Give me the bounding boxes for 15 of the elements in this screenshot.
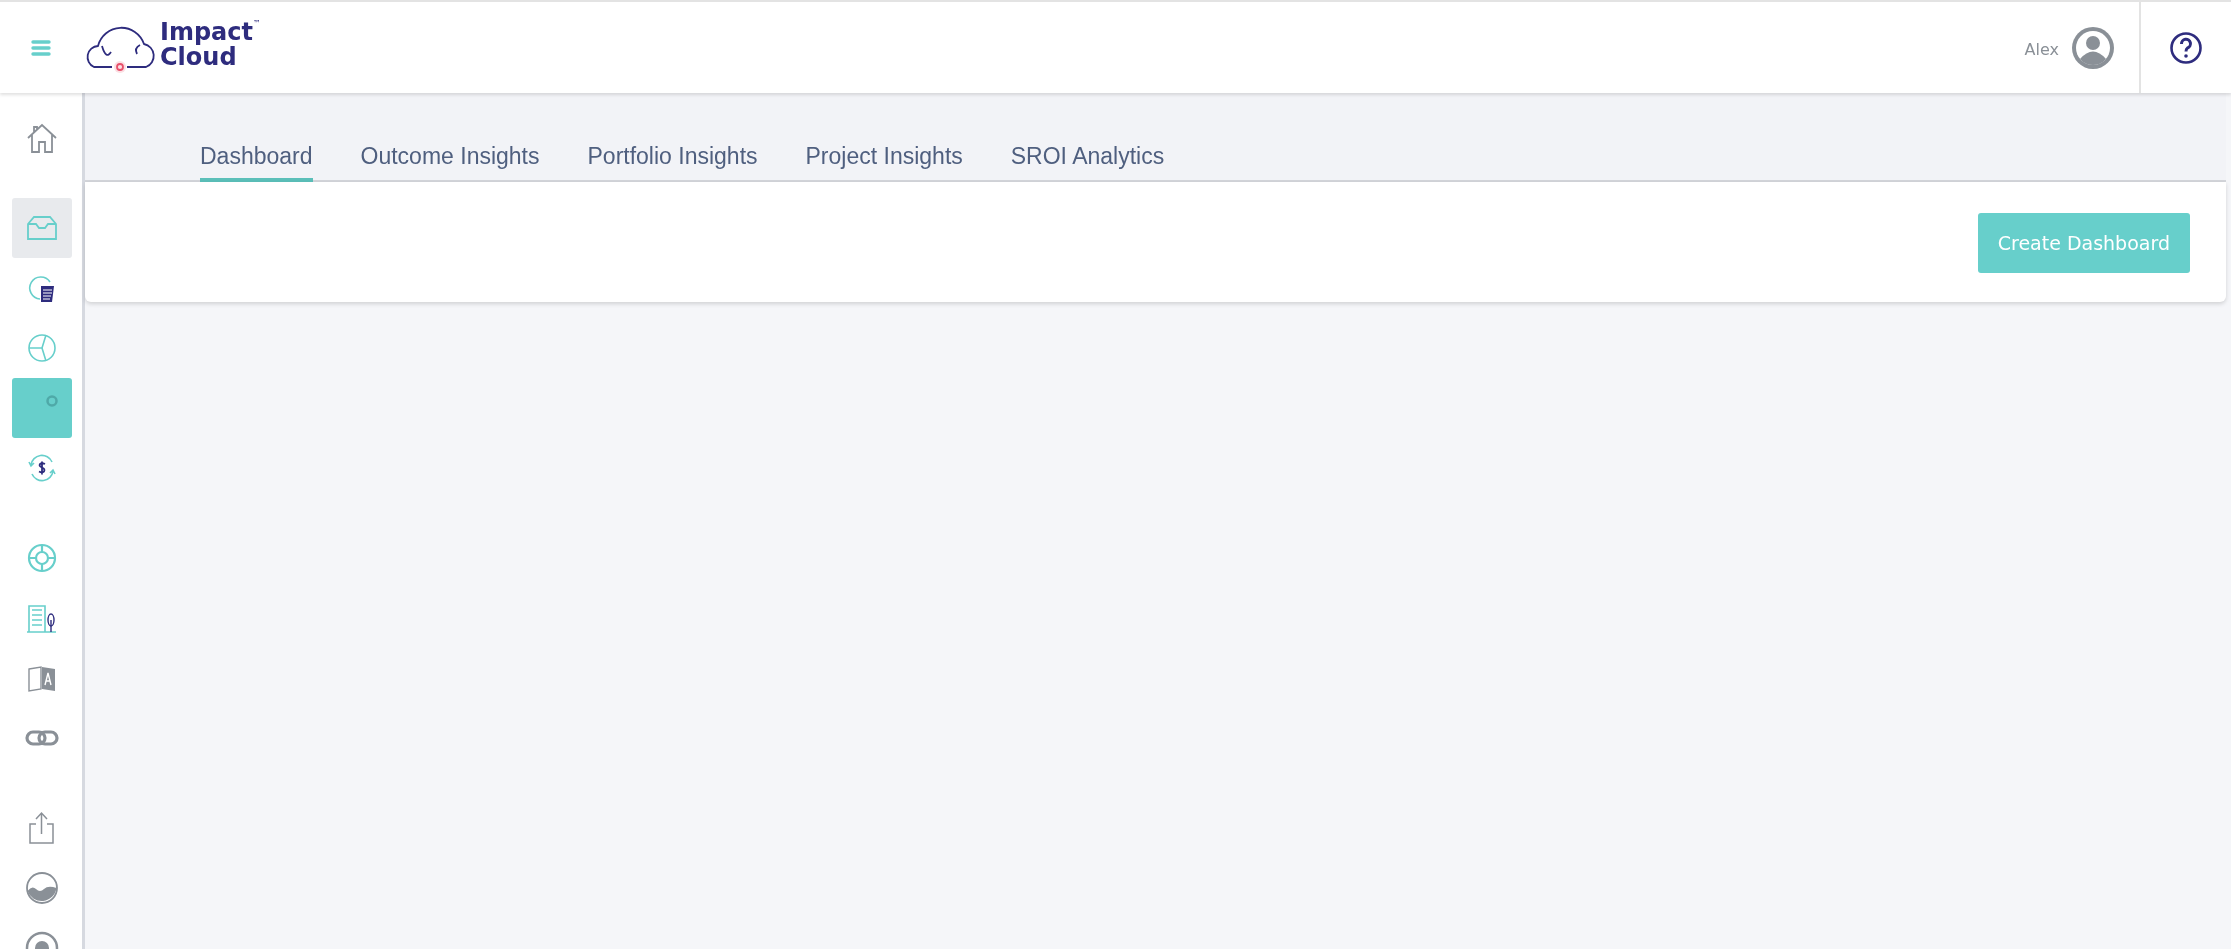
help-icon <box>2169 30 2203 65</box>
menu-icon <box>31 38 51 57</box>
landscape-circle-icon <box>24 870 60 906</box>
help-button[interactable] <box>2169 30 2203 65</box>
logo-text: Cloud <box>160 44 237 70</box>
user-silhouette-icon <box>2071 25 2115 70</box>
nav-tab[interactable]: SROI Analytics <box>1010 143 1165 182</box>
logo-text: Impact <box>160 19 253 45</box>
nav-tab[interactable]: Project Insights <box>805 143 963 182</box>
user-name: Alex <box>2024 40 2059 59</box>
trademark-sign: ™ <box>253 19 261 28</box>
nav-tab[interactable]: Outcome Insights <box>360 143 540 182</box>
ring-icon <box>46 395 58 407</box>
avatar-button[interactable] <box>2071 25 2115 70</box>
nav-tab[interactable]: Portfolio Insights <box>587 143 758 182</box>
